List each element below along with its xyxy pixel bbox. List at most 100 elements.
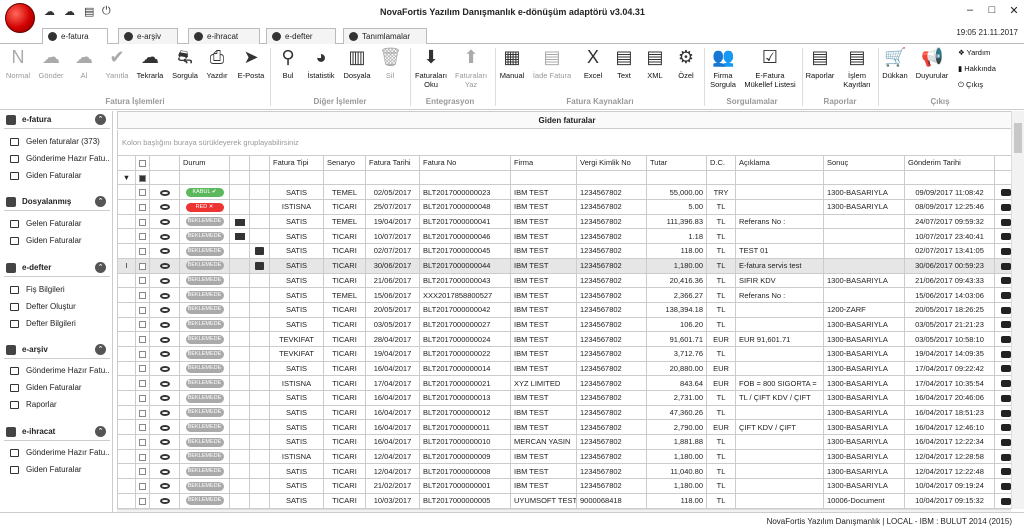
checkbox-icon[interactable]: [139, 409, 146, 417]
eye-icon[interactable]: [159, 365, 170, 372]
table-row[interactable]: I BEKLEMEDE SATIS TICARI 30/06/2017 BLT201700…: [117, 257, 1018, 274]
comment-icon[interactable]: [1001, 336, 1011, 344]
eye-icon[interactable]: [159, 439, 170, 446]
print-cell[interactable]: [249, 287, 270, 303]
table-row[interactable]: BEKLEMEDE ISTISNA TICARI 12/04/2017 BLT20170…: [117, 448, 1018, 465]
print-cell[interactable]: [249, 228, 270, 245]
header-senaryo[interactable]: Senaryo: [323, 155, 366, 171]
print-cell[interactable]: [249, 360, 270, 377]
checkbox-icon[interactable]: [139, 365, 146, 373]
header-fatura-tarihi[interactable]: Fatura Tarihi: [365, 155, 420, 171]
view-cell[interactable]: [149, 213, 180, 230]
comment-icon[interactable]: [1001, 497, 1011, 505]
view-cell[interactable]: [149, 492, 180, 509]
row-select-cell[interactable]: [135, 434, 150, 450]
print-cell[interactable]: [249, 199, 270, 215]
maximize-button[interactable]: □: [984, 4, 1000, 18]
row-select-cell[interactable]: [135, 199, 150, 215]
print-cell[interactable]: [249, 257, 270, 274]
print-cell[interactable]: [249, 478, 270, 494]
sidebar-item-ihracat-giden[interactable]: Giden Faturalar: [10, 463, 110, 477]
mail-cell[interactable]: [229, 419, 250, 436]
mail-cell[interactable]: [229, 272, 250, 289]
filter-icon[interactable]: ▼: [117, 169, 136, 186]
checkbox-icon[interactable]: [139, 394, 146, 402]
mail-cell[interactable]: [229, 463, 250, 480]
view-cell[interactable]: [149, 375, 180, 391]
cloud-download-icon[interactable]: ☁: [64, 5, 75, 18]
envelope-icon[interactable]: [234, 218, 245, 226]
iade-fatura-button[interactable]: ▤ İade Fatura: [529, 46, 575, 80]
collapse-icon[interactable]: ⌃: [95, 196, 106, 207]
tab-e-arsiv[interactable]: e-arşiv: [118, 28, 178, 45]
row-select-cell[interactable]: [135, 478, 150, 494]
filter-cell[interactable]: [735, 169, 824, 186]
sidebar-item-fis-bilgileri[interactable]: Fiş Bilgileri: [10, 283, 110, 297]
mail-cell[interactable]: [229, 375, 250, 391]
print-cell[interactable]: [249, 243, 270, 259]
power-icon[interactable]: ⏻: [102, 5, 111, 18]
faturalari-oku-button[interactable]: ⬇ Faturaları Oku: [412, 46, 450, 89]
mail-cell[interactable]: [229, 316, 250, 333]
checkbox-icon[interactable]: [139, 247, 146, 255]
table-row[interactable]: BEKLEMEDE SATIS TICARI 16/04/2017 BLT2017000…: [117, 360, 1018, 377]
checkbox-icon[interactable]: [139, 218, 146, 226]
mail-cell[interactable]: [229, 360, 250, 377]
view-cell[interactable]: [149, 390, 180, 406]
eye-icon[interactable]: [159, 468, 170, 475]
eye-icon[interactable]: [159, 321, 170, 328]
filter-cell[interactable]: [269, 169, 324, 186]
scrollbar-thumb[interactable]: [1014, 123, 1022, 153]
al-button[interactable]: ☁ Al: [70, 46, 98, 80]
table-row[interactable]: BEKLEMEDE SATIS TICARI 20/05/2017 BLT2017000…: [117, 301, 1018, 318]
faturalari-yaz-button[interactable]: ⬆ Faturaları Yaz: [452, 46, 490, 89]
cloud-upload-icon[interactable]: ☁: [44, 5, 55, 18]
comment-icon[interactable]: [1001, 247, 1011, 255]
row-select-cell[interactable]: [135, 243, 150, 259]
print-cell[interactable]: [249, 419, 270, 436]
mail-cell[interactable]: [229, 184, 250, 201]
mail-cell[interactable]: [229, 243, 250, 259]
excel-button[interactable]: X Excel: [578, 46, 608, 80]
tab-e-defter[interactable]: e-defter: [266, 28, 336, 45]
checkbox-icon[interactable]: [139, 189, 146, 197]
comment-icon[interactable]: [1001, 277, 1011, 285]
view-cell[interactable]: [149, 419, 180, 436]
view-cell[interactable]: [149, 301, 180, 318]
bul-button[interactable]: ⚲ Bul: [275, 46, 301, 80]
hakkinda-button[interactable]: ▮ Hakkında: [958, 64, 996, 73]
checkbox-icon[interactable]: [139, 438, 146, 446]
cikis-button[interactable]: ⏻ Çıkış: [958, 80, 983, 90]
minimize-button[interactable]: –: [962, 4, 978, 18]
view-cell[interactable]: [149, 272, 180, 289]
table-row[interactable]: BEKLEMEDE SATIS TICARI 21/02/2017 BLT2017000…: [117, 478, 1018, 494]
table-row[interactable]: BEKLEMEDE TEVKIFAT TICARI 28/04/2017 BLT2017…: [117, 331, 1018, 347]
print-cell[interactable]: [249, 331, 270, 347]
manual-button[interactable]: ▦ Manual: [497, 46, 527, 80]
comment-icon[interactable]: [1001, 453, 1011, 461]
print-cell[interactable]: [249, 448, 270, 465]
checkbox-icon[interactable]: [139, 424, 146, 432]
header-vkn[interactable]: Vergi Kimlik No: [576, 155, 647, 171]
row-select-cell[interactable]: [135, 463, 150, 480]
yazdir-button[interactable]: ⎙ Yazdır: [203, 46, 231, 80]
comment-icon[interactable]: [1001, 468, 1011, 476]
checkbox-icon[interactable]: [139, 321, 146, 329]
row-select-cell[interactable]: [135, 345, 150, 362]
filter-cell[interactable]: [419, 169, 511, 186]
xml-button[interactable]: ▤ XML: [641, 46, 669, 80]
table-row[interactable]: BEKLEMEDE SATIS TICARI 10/07/2017 BLT2017000…: [117, 228, 1018, 245]
mail-cell[interactable]: [229, 448, 250, 465]
mail-cell[interactable]: [229, 331, 250, 347]
printer-icon[interactable]: [255, 247, 264, 256]
comment-icon[interactable]: [1001, 380, 1011, 388]
mail-cell[interactable]: [229, 404, 250, 421]
eye-icon[interactable]: [159, 189, 170, 196]
ozel-button[interactable]: ⚙ Özel: [672, 46, 700, 80]
eye-icon[interactable]: [159, 454, 170, 461]
print-cell[interactable]: [249, 375, 270, 391]
section-e-ihracat[interactable]: e-ihracat ⌃: [4, 423, 110, 441]
mail-cell[interactable]: [229, 199, 250, 215]
eye-icon[interactable]: [159, 277, 170, 284]
print-cell[interactable]: [249, 272, 270, 289]
